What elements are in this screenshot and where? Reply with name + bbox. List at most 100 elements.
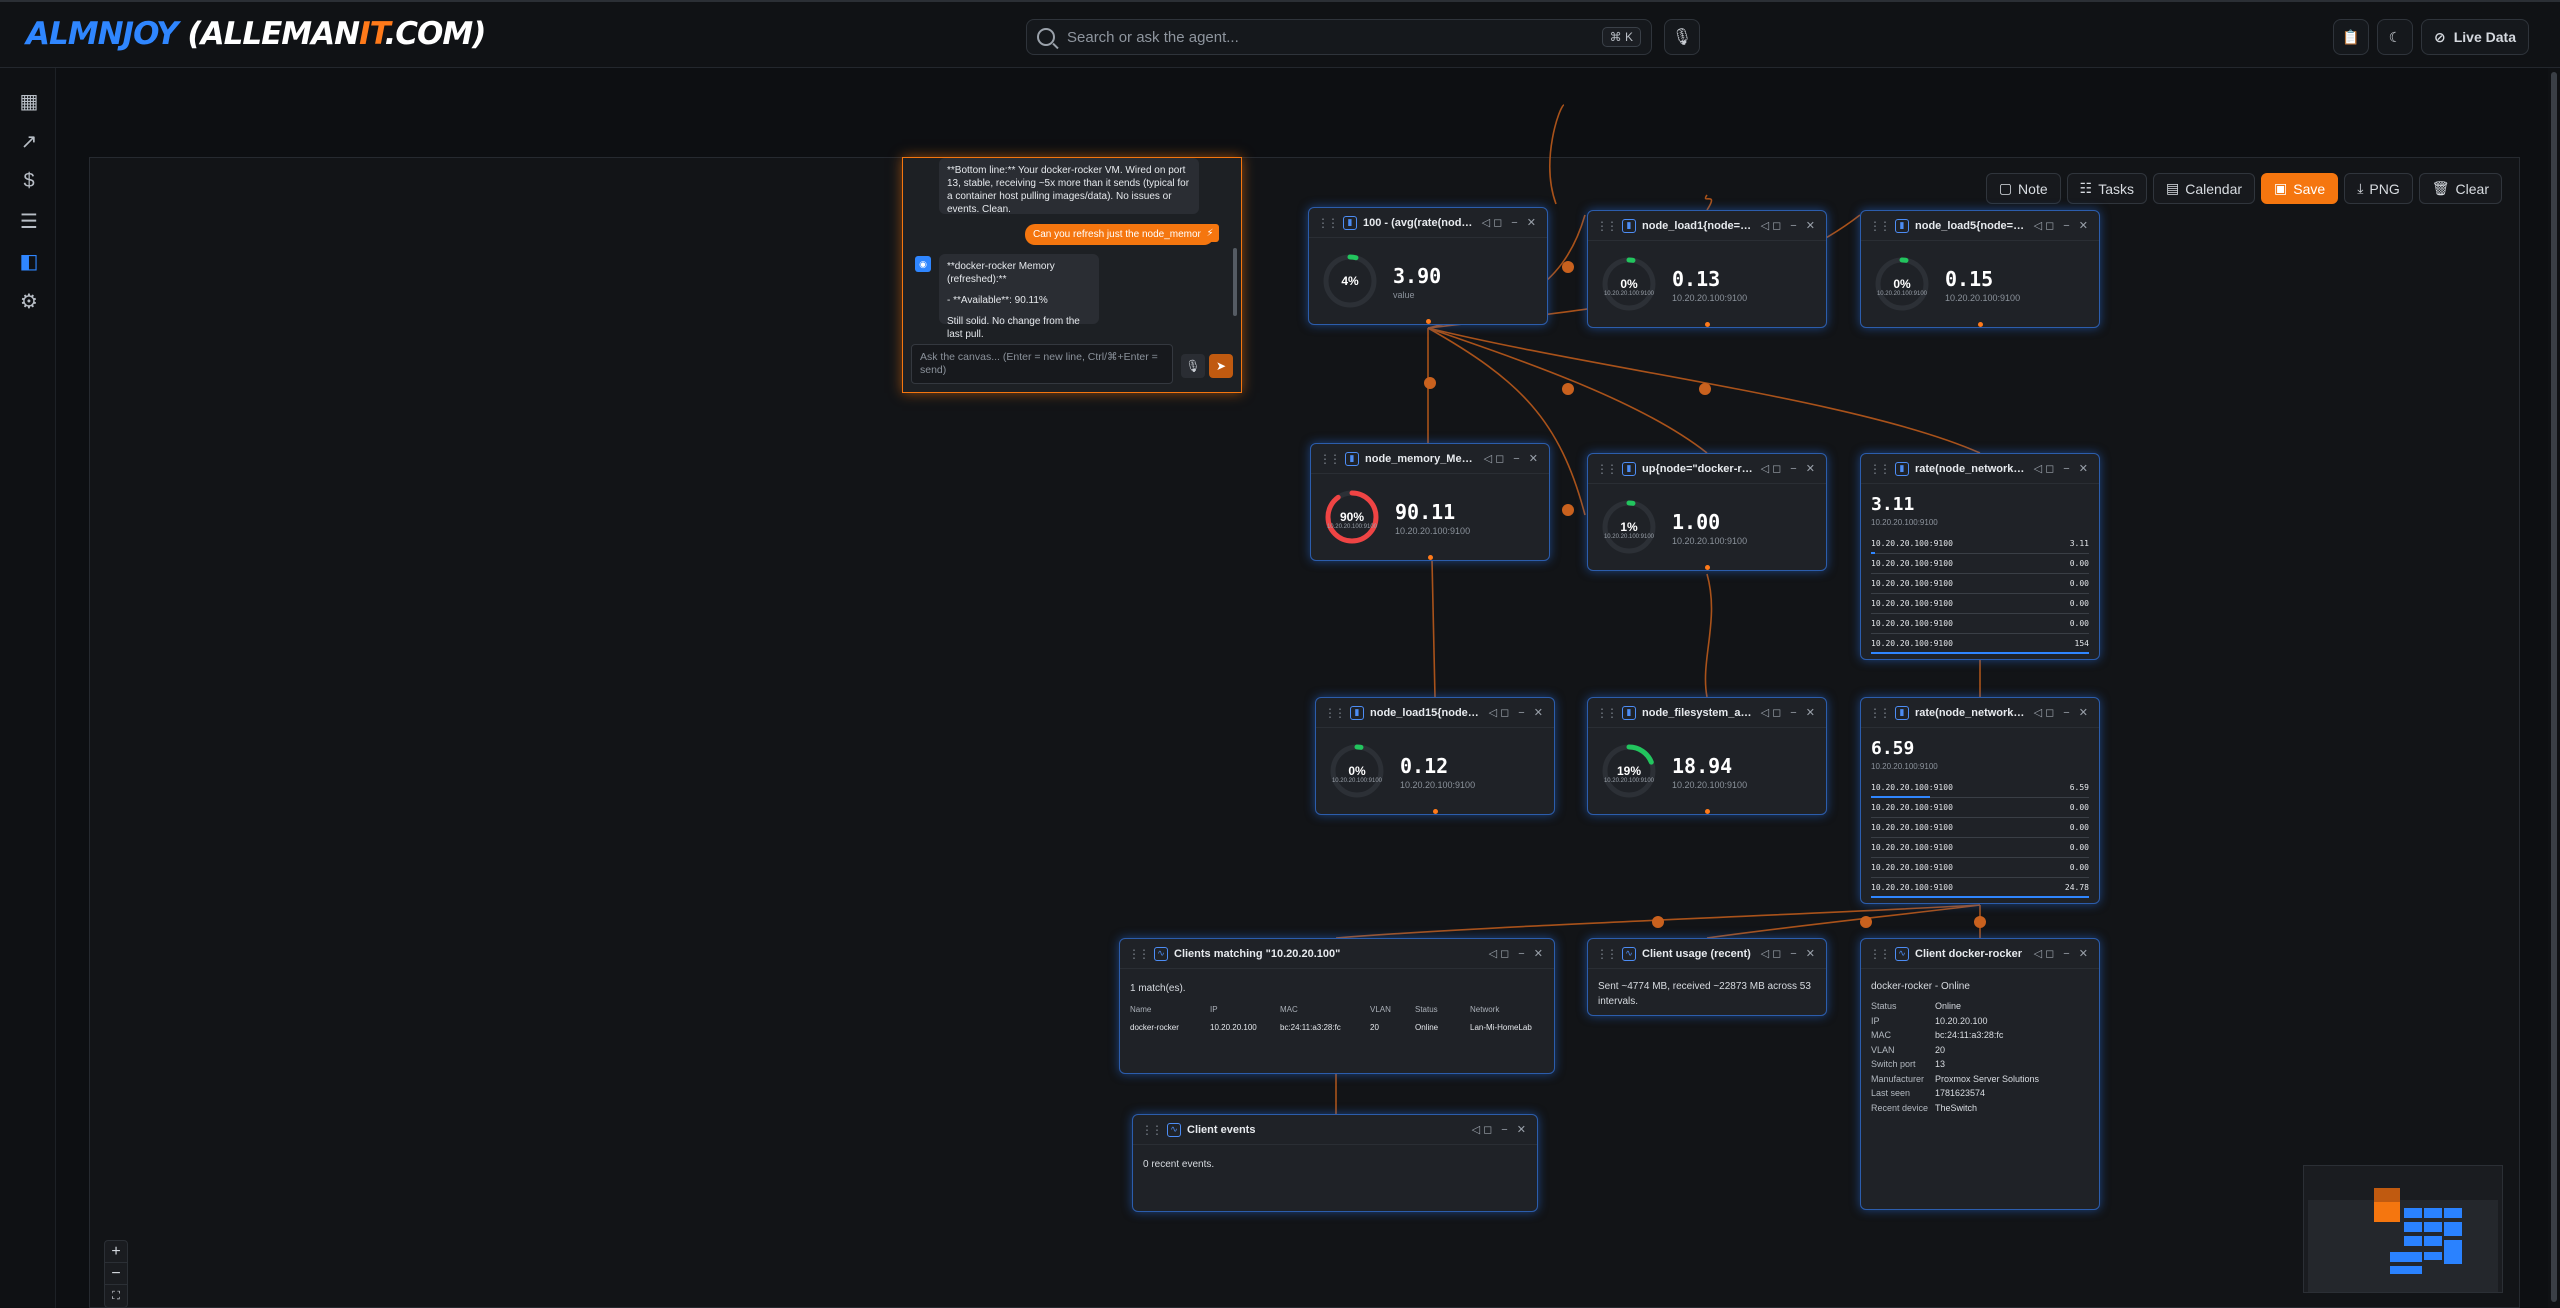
output-port[interactable] [1433, 809, 1438, 814]
node-controls[interactable]: ◁◻ − ✕ [1489, 947, 1546, 960]
live-data-toggle[interactable]: ⊘ Live Data [2421, 19, 2529, 55]
page-scrollbar[interactable] [2548, 68, 2560, 1308]
gauge-value: 1.00 [1672, 510, 1721, 534]
output-port[interactable] [1426, 319, 1431, 324]
node-header[interactable]: ⋮⋮ ▮ node_load15{node="dock... ◁◻ − ✕ [1316, 698, 1554, 728]
output-port[interactable] [1705, 565, 1710, 570]
netrx-list-node[interactable]: ⋮⋮ ▮ rate(node_network_receiv... ◁◻ − ✕ 3.11… [1860, 453, 2100, 660]
node-header[interactable]: ⋮⋮ ▮ node_load1{node="docke... ◁◻ − ✕ [1588, 211, 1826, 241]
cpu-gauge-node[interactable]: ⋮⋮ ▮ 100 - (avg(rate(node_cpu_... ◁◻ − ✕ 4% 3… [1308, 207, 1548, 325]
output-port[interactable] [1705, 809, 1710, 814]
drag-handle-icon[interactable]: ⋮⋮ [1317, 216, 1339, 230]
node-controls[interactable]: ◁◻ − ✕ [1761, 947, 1818, 960]
sidebar-trends-icon[interactable]: ↗ [16, 128, 42, 154]
voice-input-button[interactable]: 🎙 [1664, 19, 1700, 55]
node-controls[interactable]: ◁◻ − ✕ [1472, 1123, 1529, 1136]
gauge-sub: value [1393, 290, 1415, 300]
minimap-node [2390, 1252, 2422, 1262]
drag-handle-icon[interactable]: ⋮⋮ [1869, 947, 1891, 961]
node-header[interactable]: ⋮⋮ ▮ node_filesystem_avail_byt... ◁◻ − ✕ [1588, 698, 1826, 728]
tasks-icon: ☷ [2079, 180, 2093, 196]
calendar-button[interactable]: ▤ Calendar [2152, 173, 2256, 204]
assistant-avatar-icon: ◉ [915, 256, 931, 272]
zoom-out-button[interactable]: − [105, 1263, 127, 1285]
up-gauge-node[interactable]: ⋮⋮ ▮ up{node="docker-rocker"} ◁◻ − ✕ 1%10.20… [1587, 453, 1827, 571]
output-port[interactable] [1705, 322, 1710, 327]
node-controls[interactable]: ◁◻ − ✕ [1761, 706, 1818, 719]
sidebar-canvas-icon[interactable]: ◧ [16, 248, 42, 274]
chat-input[interactable]: Ask the canvas... (Enter = new line, Ctr… [911, 344, 1173, 384]
png-export-button[interactable]: ⤓ PNG [2344, 173, 2413, 204]
mem-gauge-node[interactable]: ⋮⋮ ▮ node_memory_MemAvail... ◁◻ − ✕ 90%10.20… [1310, 443, 1550, 561]
eye-off-icon: ⊘ [2434, 28, 2446, 45]
drag-handle-icon[interactable]: ⋮⋮ [1319, 452, 1341, 466]
drag-handle-icon[interactable]: ⋮⋮ [1596, 462, 1618, 476]
node-header[interactable]: ⋮⋮ ▮ rate(node_network_trans... ◁◻ − ✕ [1861, 698, 2099, 728]
node-header[interactable]: ⋮⋮ ▮ node_load5{node="docke... ◁◻ − ✕ [1861, 211, 2099, 241]
fs-gauge-node[interactable]: ⋮⋮ ▮ node_filesystem_avail_byt... ◁◻ − ✕ 19%… [1587, 697, 1827, 815]
sidebar-dashboard-icon[interactable]: ▦ [16, 88, 42, 114]
drag-handle-icon[interactable]: ⋮⋮ [1869, 219, 1891, 233]
node-header[interactable]: ⋮⋮ ▮ node_memory_MemAvail... ◁◻ − ✕ [1311, 444, 1549, 474]
node-controls[interactable]: ◁◻ − ✕ [2034, 706, 2091, 719]
clipboard-button[interactable]: 📋 [2333, 19, 2369, 55]
client-detail-node[interactable]: ⋮⋮ ∿ Client docker-rocker ◁◻ − ✕ docker-roc… [1860, 938, 2100, 1210]
app-logo[interactable]: ALMNJOY (ALLEMANIT.COM) [26, 16, 486, 52]
clear-button[interactable]: 🗑 Clear [2418, 173, 2502, 204]
node-header[interactable]: ⋮⋮ ∿ Client events ◁◻ − ✕ [1133, 1115, 1537, 1145]
minimap-node [2424, 1252, 2442, 1260]
node-title: up{node="docker-rocker"} [1642, 462, 1755, 475]
output-port[interactable] [1428, 555, 1433, 560]
node-controls[interactable]: ◁◻ − ✕ [2034, 219, 2091, 232]
drag-handle-icon[interactable]: ⋮⋮ [1324, 706, 1346, 720]
node-header[interactable]: ⋮⋮ ▮ 100 - (avg(rate(node_cpu_... ◁◻ − ✕ [1309, 208, 1547, 238]
nettx-list-node[interactable]: ⋮⋮ ▮ rate(node_network_trans... ◁◻ − ✕ 6.59 1… [1860, 697, 2100, 904]
theme-toggle-button[interactable]: ☾ [2377, 19, 2413, 55]
save-button[interactable]: ▣ Save [2261, 173, 2339, 204]
node-header[interactable]: ⋮⋮ ∿ Clients matching "10.20.20.100" ◁◻ − ✕ [1120, 939, 1554, 969]
drag-handle-icon[interactable]: ⋮⋮ [1141, 1123, 1163, 1137]
list-item: 10.20.20.100:9100 3.11 [1871, 534, 2089, 554]
tasks-button[interactable]: ☷ Tasks [2066, 173, 2147, 204]
search-bar[interactable]: ⌘ K [1026, 19, 1652, 55]
node-header[interactable]: ⋮⋮ ▮ up{node="docker-rocker"} ◁◻ − ✕ [1588, 454, 1826, 484]
chat-mic-button[interactable]: 🎙 [1181, 354, 1205, 378]
node-controls[interactable]: ◁◻ − ✕ [1482, 216, 1539, 229]
drag-handle-icon[interactable]: ⋮⋮ [1869, 706, 1891, 720]
drag-handle-icon[interactable]: ⋮⋮ [1596, 706, 1618, 720]
minimap[interactable] [2303, 1165, 2503, 1293]
output-port[interactable] [1978, 322, 1983, 327]
node-controls[interactable]: ◁◻ − ✕ [1761, 219, 1818, 232]
fit-view-button[interactable]: ⛶ [105, 1285, 127, 1307]
load5-gauge-node[interactable]: ⋮⋮ ▮ node_load5{node="docke... ◁◻ − ✕ 0%10.2… [1860, 210, 2100, 328]
drag-handle-icon[interactable]: ⋮⋮ [1596, 219, 1618, 233]
drag-handle-icon[interactable]: ⋮⋮ [1596, 947, 1618, 961]
gauge-sub: 10.20.20.100:9100 [1400, 780, 1476, 790]
chat-scrollbar[interactable] [1233, 248, 1237, 316]
client-usage-node[interactable]: ⋮⋮ ∿ Client usage (recent) ◁◻ − ✕ Sent ~477… [1587, 938, 1827, 1016]
node-controls[interactable]: ◁◻ − ✕ [1761, 462, 1818, 475]
client-events-node[interactable]: ⋮⋮ ∿ Client events ◁◻ − ✕ 0 recent events. [1132, 1114, 1538, 1212]
sidebar-billing-icon[interactable]: $ [16, 168, 42, 194]
node-controls[interactable]: ◁◻ − ✕ [2034, 947, 2091, 960]
sidebar-settings-gear-icon[interactable]: ⚙ [16, 288, 42, 314]
drag-handle-icon[interactable]: ⋮⋮ [1128, 947, 1150, 961]
node-header[interactable]: ⋮⋮ ∿ Client docker-rocker ◁◻ − ✕ [1861, 939, 2099, 969]
search-input[interactable] [1067, 28, 1602, 46]
node-controls[interactable]: ◁◻ − ✕ [1489, 706, 1546, 719]
node-header[interactable]: ⋮⋮ ▮ rate(node_network_receiv... ◁◻ − ✕ [1861, 454, 2099, 484]
load1-gauge-node[interactable]: ⋮⋮ ▮ node_load1{node="docke... ◁◻ − ✕ 0%10.2… [1587, 210, 1827, 328]
sidebar-servers-icon[interactable]: ☰ [16, 208, 42, 234]
load15-gauge-node[interactable]: ⋮⋮ ▮ node_load15{node="dock... ◁◻ − ✕ 0%10.2… [1315, 697, 1555, 815]
table-header: Network [1470, 1005, 1500, 1014]
node-controls[interactable]: ◁◻ − ✕ [1484, 452, 1541, 465]
note-button[interactable]: ▢ Note [1985, 173, 2061, 204]
zoom-in-button[interactable]: + [105, 1241, 127, 1263]
list-item: 10.20.20.100:9100 24.78 [1871, 878, 2089, 898]
activity-icon: ∿ [1154, 946, 1168, 961]
drag-handle-icon[interactable]: ⋮⋮ [1869, 462, 1891, 476]
node-controls[interactable]: ◁◻ − ✕ [2034, 462, 2091, 475]
clients-matching-node[interactable]: ⋮⋮ ∿ Clients matching "10.20.20.100" ◁◻ − ✕… [1119, 938, 1555, 1074]
node-header[interactable]: ⋮⋮ ∿ Client usage (recent) ◁◻ − ✕ [1588, 939, 1826, 969]
chat-send-button[interactable]: ➤ [1209, 354, 1233, 378]
